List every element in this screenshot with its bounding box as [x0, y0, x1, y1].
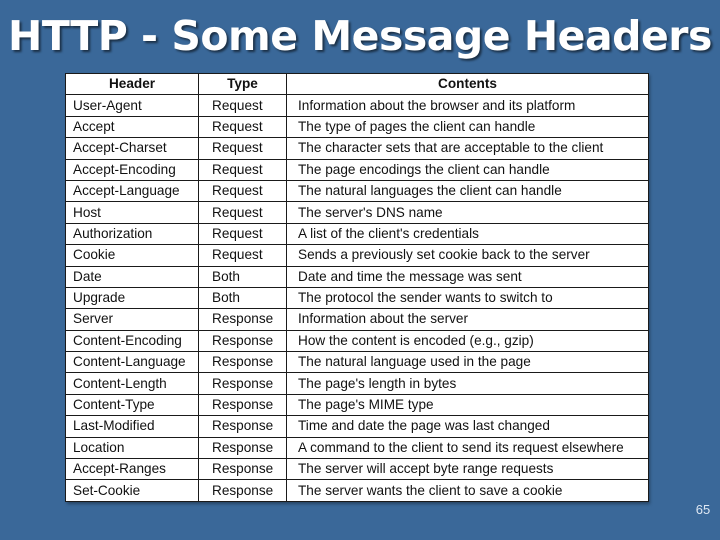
header-name-cell: Accept [65, 115, 199, 139]
message-headers-table-container: Header Type Contents User-Agent Request In… [65, 72, 649, 502]
table-row: Accept-Ranges Response The server will acc… [65, 458, 649, 481]
table-row: Content-Type Response The page's MIME type [65, 393, 649, 417]
header-contents-cell: The server's DNS name [286, 201, 649, 224]
table-row: Accept Request The type of pages the clien… [65, 115, 649, 139]
header-contents-cell: The page's length in bytes [286, 372, 649, 395]
header-contents-cell: Sends a previously set cookie back to th… [286, 244, 649, 267]
header-type-cell: Request [198, 158, 287, 181]
header-contents-cell: The type of pages the client can handle [286, 115, 649, 139]
header-type-cell: Request [198, 222, 287, 246]
header-contents-cell: The natural languages the client can han… [286, 179, 649, 203]
header-name-cell: Date [65, 265, 199, 288]
header-contents-cell: Information about the browser and its pl… [286, 94, 649, 117]
header-type-cell: Request [198, 201, 287, 224]
header-type-cell: Response [198, 308, 287, 331]
header-contents-cell: The character sets that are acceptable t… [286, 137, 649, 160]
header-type-cell: Both [198, 265, 287, 288]
header-name-cell: Cookie [65, 244, 199, 267]
header-name-cell: User-Agent [65, 94, 199, 117]
header-name-cell: Accept-Encoding [65, 158, 199, 181]
table-row: Upgrade Both The protocol the sender wants… [65, 286, 649, 310]
header-type-cell: Response [198, 458, 287, 481]
header-name-cell: Location [65, 436, 199, 460]
table-row: Server Response Information about the serv… [65, 308, 649, 331]
header-type-cell: Response [198, 393, 287, 417]
header-name-cell: Last-Modified [65, 415, 199, 438]
table-row: Location Response A command to the client … [65, 436, 649, 460]
column-header-header: Header [65, 72, 199, 96]
table-row: Content-Encoding Response How the content … [65, 329, 649, 353]
header-contents-cell: The natural language used in the page [286, 351, 649, 374]
header-type-cell: Response [198, 329, 287, 353]
header-contents-cell: How the content is encoded (e.g., gzip) [286, 329, 649, 353]
slide-title: HTTP - Some Message Headers [8, 12, 712, 60]
table-row: Date Both Date and time the message was se… [65, 265, 649, 288]
header-type-cell: Response [198, 351, 287, 374]
header-type-cell: Request [198, 115, 287, 139]
header-name-cell: Content-Encoding [65, 329, 199, 353]
table-row: Accept-Language Request The natural langua… [65, 179, 649, 203]
column-header-contents: Contents [286, 72, 649, 96]
table-header-row: Header Type Contents [65, 72, 649, 96]
header-name-cell: Accept-Language [65, 179, 199, 203]
table-row: Host Request The server's DNS name [65, 201, 649, 224]
header-name-cell: Content-Type [65, 393, 199, 417]
header-name-cell: Content-Language [65, 351, 199, 374]
header-type-cell: Response [198, 436, 287, 460]
table-body: User-Agent Request Information about the b… [65, 94, 649, 502]
header-type-cell: Request [198, 179, 287, 203]
table-row: Content-Language Response The natural lang… [65, 351, 649, 374]
header-type-cell: Request [198, 94, 287, 117]
header-contents-cell: The page's MIME type [286, 393, 649, 417]
header-type-cell: Request [198, 137, 287, 160]
table-row: User-Agent Request Information about the b… [65, 94, 649, 117]
header-name-cell: Host [65, 201, 199, 224]
table-row: Last-Modified Response Time and date the p… [65, 415, 649, 438]
header-name-cell: Upgrade [65, 286, 199, 310]
header-name-cell: Content-Length [65, 372, 199, 395]
table-row: Accept-Encoding Request The page encodings… [65, 158, 649, 181]
header-contents-cell: The protocol the sender wants to switch … [286, 286, 649, 310]
header-type-cell: Both [198, 286, 287, 310]
header-contents-cell: A command to the client to send its requ… [286, 436, 649, 460]
table-row: Set-Cookie Response The server wants the c… [65, 479, 649, 502]
header-name-cell: Accept-Ranges [65, 458, 199, 481]
header-type-cell: Response [198, 479, 287, 502]
column-header-type: Type [198, 72, 287, 96]
header-type-cell: Response [198, 415, 287, 438]
page-number: 65 [695, 502, 711, 517]
table-row: Accept-Charset Request The character sets … [65, 137, 649, 160]
header-name-cell: Server [65, 308, 199, 331]
header-contents-cell: Date and time the message was sent [286, 265, 649, 288]
header-contents-cell: Information about the server [286, 308, 649, 331]
header-name-cell: Set-Cookie [65, 479, 199, 502]
table-row: Content-Length Response The page's length … [65, 372, 649, 395]
header-type-cell: Request [198, 244, 287, 267]
message-headers-table: Header Type Contents User-Agent Request In… [65, 72, 649, 502]
header-name-cell: Accept-Charset [65, 137, 199, 160]
header-contents-cell: A list of the client's credentials [286, 222, 649, 246]
header-contents-cell: The server wants the client to save a co… [286, 479, 649, 502]
header-contents-cell: Time and date the page was last changed [286, 415, 649, 438]
table-row: Cookie Request Sends a previously set cook… [65, 244, 649, 267]
header-name-cell: Authorization [65, 222, 199, 246]
table-row: Authorization Request A list of the client… [65, 222, 649, 246]
header-contents-cell: The server will accept byte range reques… [286, 458, 649, 481]
header-type-cell: Response [198, 372, 287, 395]
header-contents-cell: The page encodings the client can handle [286, 158, 649, 181]
